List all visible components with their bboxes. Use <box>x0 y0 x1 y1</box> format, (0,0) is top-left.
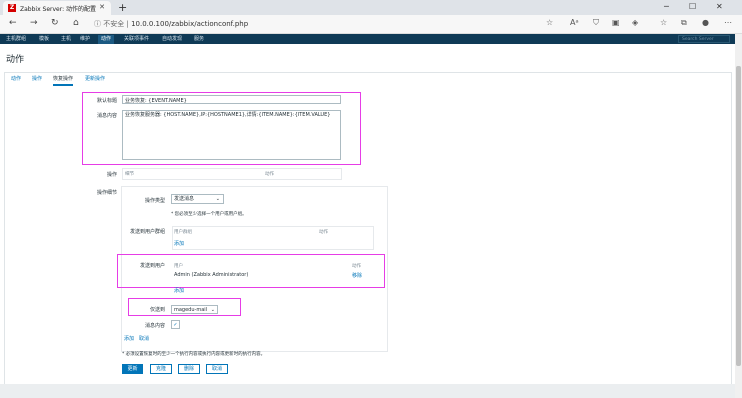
operation-type-value: 发送消息 <box>174 196 195 202</box>
operation-details-label: 操作细节 <box>96 190 117 196</box>
send-to-groups-table <box>172 226 374 250</box>
favorites-bar-icon[interactable]: ☆ <box>660 18 667 27</box>
groups-header-group: 用户群组 <box>174 230 192 235</box>
read-aloud-icon[interactable]: Aᵃ <box>570 18 579 27</box>
search-input[interactable]: Search Server <box>678 35 730 43</box>
remove-user-link[interactable]: 移除 <box>352 272 362 279</box>
default-subject-label: 默认标题 <box>96 98 117 104</box>
refresh-icon[interactable]: ↻ <box>51 18 59 28</box>
users-header-user: 用户 <box>174 264 183 269</box>
send-to-users-label: 发送到用户 <box>139 263 165 269</box>
message-textarea[interactable]: 业务恢复服务器: {HOST.NAME},IP:{HOSTNAME1},详情:{… <box>122 110 341 160</box>
collections-icon[interactable]: ⧉ <box>681 18 687 28</box>
security-label: 不安全 <box>103 20 125 28</box>
browser-tab-bar <box>0 0 742 15</box>
back-icon[interactable]: ← <box>9 18 17 28</box>
delete-button[interactable]: 删除 <box>178 364 200 374</box>
operation-type-note: * 您必须至少选择一个用户或用户组。 <box>171 212 247 217</box>
default-message-label: 消息内容 <box>144 323 165 329</box>
profile-avatar-icon[interactable]: ● <box>702 18 709 27</box>
zabbix-favicon-icon: Z <box>8 4 16 12</box>
nav-item-host-groups[interactable]: 主机群组 <box>6 35 26 42</box>
more-icon[interactable]: ⋯ <box>724 18 732 27</box>
browser-tab-title: Zabbix Server: 动作的配置 <box>20 6 97 13</box>
browser-tab[interactable]: Z Zabbix Server: 动作的配置 ✕ <box>3 1 111 15</box>
operations-table <box>122 168 342 180</box>
chevron-down-icon: ⌄ <box>210 307 215 313</box>
update-button[interactable]: 更新 <box>122 364 143 374</box>
nav-item-maintenance[interactable]: 维护 <box>80 35 90 42</box>
url-field[interactable]: ⓘ 不安全 | 10.0.0.100/zabbix/actionconf.php <box>94 19 248 29</box>
user-row: Admin (Zabbix Administrator) <box>174 272 249 278</box>
forward-icon[interactable]: → <box>30 18 38 28</box>
operation-type-label: 操作类型 <box>144 198 165 204</box>
home-icon[interactable]: ⌂ <box>73 18 79 28</box>
nav-item-discovery[interactable]: 自动发现 <box>162 35 182 42</box>
tab-operations[interactable]: 操作 <box>32 75 42 82</box>
send-only-label: 仅送到 <box>149 307 165 313</box>
close-tab-icon[interactable]: ✕ <box>99 3 105 11</box>
url-text: 10.0.0.100/zabbix/actionconf.php <box>131 20 249 28</box>
shield-icon[interactable]: ⛉ <box>593 18 599 28</box>
operations-label: 操作 <box>106 172 117 178</box>
edge-extension-icon[interactable]: ◈ <box>632 18 638 27</box>
extension-icon[interactable]: ▣ <box>612 18 620 27</box>
add-group-link[interactable]: 添加 <box>174 240 184 247</box>
add-user-link[interactable]: 添加 <box>174 287 184 294</box>
page-scrollbar-thumb[interactable] <box>736 66 741 366</box>
nav-item-hosts[interactable]: 主机 <box>61 35 71 42</box>
minimize-icon[interactable]: ─ <box>664 2 669 11</box>
send-only-select[interactable]: magedu-mail ⌄ <box>171 305 218 314</box>
send-to-groups-label: 发送到用户群组 <box>129 229 165 235</box>
operations-header-detail: 细节 <box>125 172 134 177</box>
info-icon: ⓘ <box>94 20 101 28</box>
operations-header-action: 动作 <box>265 172 274 177</box>
close-window-icon[interactable]: ✕ <box>716 2 723 11</box>
favorite-star-icon[interactable]: ☆ <box>546 18 553 27</box>
message-label: 消息内容 <box>96 113 117 119</box>
chevron-down-icon: ⌄ <box>215 196 220 202</box>
cancel-button[interactable]: 取消 <box>206 364 228 374</box>
checkmark-icon: ✓ <box>173 322 178 328</box>
footer-note: * 必须设置恢复时的至少一个执行内容或执行内容或更新时的执行内容。 <box>122 352 266 357</box>
footer-strip <box>0 384 735 398</box>
nav-item-actions[interactable]: 动作 <box>98 35 115 44</box>
tab-recovery-operations[interactable]: 恢复操作 <box>53 75 74 86</box>
operation-add-link[interactable]: 添加 <box>124 335 134 342</box>
users-header-action: 动作 <box>352 264 361 269</box>
nav-item-templates[interactable]: 模板 <box>39 35 49 42</box>
clone-button[interactable]: 克隆 <box>150 364 172 374</box>
tab-update-operations[interactable]: 更新操作 <box>85 75 105 82</box>
operation-cancel-link[interactable]: 取消 <box>139 335 149 342</box>
new-tab-button[interactable]: + <box>118 1 127 14</box>
maximize-icon[interactable]: ☐ <box>689 2 696 11</box>
nav-item-services[interactable]: 服务 <box>194 35 204 42</box>
nav-item-event-correlation[interactable]: 关联项事件 <box>124 35 149 42</box>
tab-action[interactable]: 动作 <box>11 75 21 82</box>
operation-type-select[interactable]: 发送消息 ⌄ <box>171 194 224 204</box>
send-only-value: magedu-mail <box>174 307 208 313</box>
groups-header-action: 动作 <box>319 230 328 235</box>
default-message-checkbox[interactable]: ✓ <box>171 320 180 329</box>
highlight-send-to-users <box>117 254 385 288</box>
default-subject-input[interactable]: 业务恢复: {EVENT.NAME} <box>122 95 341 104</box>
page-title: 动作 <box>6 55 25 65</box>
